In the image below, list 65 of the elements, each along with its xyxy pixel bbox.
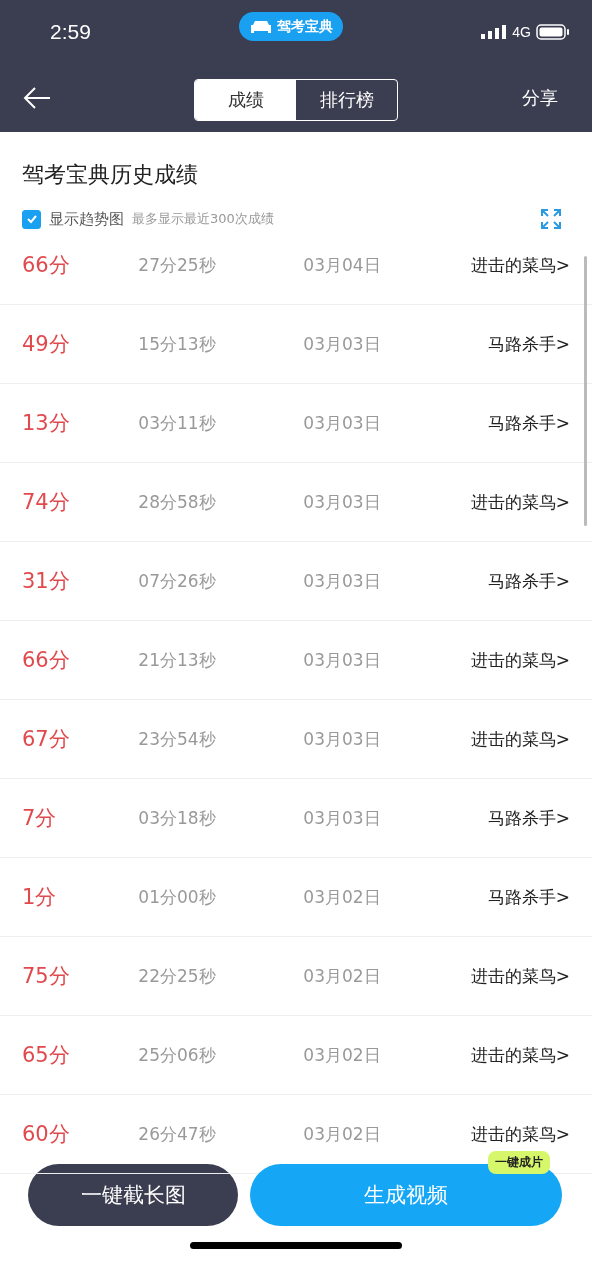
rank-link[interactable]: 进击的菜鸟> bbox=[470, 727, 570, 751]
back-arrow-icon[interactable] bbox=[22, 86, 52, 110]
duration-text: 03分11秒 bbox=[137, 411, 217, 435]
duration-text: 25分06秒 bbox=[137, 1043, 217, 1067]
rank-link[interactable]: 马路杀手> bbox=[487, 332, 570, 356]
score-text: 75分 bbox=[22, 963, 71, 990]
score-text: 65分 bbox=[22, 1042, 71, 1069]
duration-text: 27分25秒 bbox=[137, 253, 217, 277]
trend-checkbox[interactable] bbox=[22, 209, 41, 229]
score-text: 66分 bbox=[22, 647, 71, 674]
rank-link[interactable]: 进击的菜鸟> bbox=[470, 1043, 570, 1067]
date-text: 03月03日 bbox=[302, 569, 382, 593]
date-text: 03月03日 bbox=[302, 490, 382, 514]
score-text: 31分 bbox=[22, 568, 71, 595]
score-text: 66分 bbox=[22, 252, 71, 279]
date-text: 03月03日 bbox=[302, 806, 382, 830]
score-text: 74分 bbox=[22, 489, 71, 516]
fullscreen-icon[interactable] bbox=[540, 208, 562, 230]
trend-note: 最多显示最近300次成绩 bbox=[132, 210, 274, 228]
rank-link[interactable]: 进击的菜鸟> bbox=[470, 648, 570, 672]
date-text: 03月03日 bbox=[302, 411, 382, 435]
score-text: 67分 bbox=[22, 726, 71, 753]
long-screenshot-button[interactable]: 一键截长图 bbox=[28, 1164, 238, 1226]
rank-link[interactable]: 马路杀手> bbox=[487, 806, 570, 830]
status-time: 2:59 bbox=[50, 20, 91, 44]
signal-icon bbox=[481, 25, 508, 39]
date-text: 03月03日 bbox=[302, 648, 382, 672]
page-title: 驾考宝典历史成绩 bbox=[22, 161, 199, 189]
date-text: 03月02日 bbox=[302, 1043, 382, 1067]
nav-tab[interactable]: 成绩 bbox=[195, 80, 296, 120]
network-label: 4G bbox=[512, 24, 531, 40]
video-badge: 一键成片 bbox=[488, 1151, 550, 1174]
share-button[interactable]: 分享 bbox=[522, 86, 558, 110]
date-text: 03月02日 bbox=[302, 885, 382, 909]
date-text: 03月03日 bbox=[302, 727, 382, 751]
score-text: 49分 bbox=[22, 331, 71, 358]
date-text: 03月03日 bbox=[302, 332, 382, 356]
duration-text: 28分58秒 bbox=[137, 490, 217, 514]
rank-link[interactable]: 进击的菜鸟> bbox=[470, 490, 570, 514]
battery-icon bbox=[536, 24, 570, 40]
duration-text: 01分00秒 bbox=[137, 885, 217, 909]
score-text: 13分 bbox=[22, 410, 71, 437]
rank-link[interactable]: 进击的菜鸟> bbox=[470, 253, 570, 277]
date-text: 03月02日 bbox=[302, 1122, 382, 1146]
duration-text: 03分18秒 bbox=[137, 806, 217, 830]
trend-label: 显示趋势图 bbox=[49, 209, 124, 229]
score-text: 60分 bbox=[22, 1121, 71, 1148]
rank-link[interactable]: 马路杀手> bbox=[487, 885, 570, 909]
duration-text: 07分26秒 bbox=[137, 569, 217, 593]
app-badge: 驾考宝典 bbox=[239, 12, 343, 41]
rank-link[interactable]: 进击的菜鸟> bbox=[470, 1122, 570, 1146]
date-text: 03月04日 bbox=[302, 253, 382, 277]
rank-link[interactable]: 进击的菜鸟> bbox=[470, 964, 570, 988]
date-text: 03月02日 bbox=[302, 964, 382, 988]
duration-text: 15分13秒 bbox=[137, 332, 217, 356]
duration-text: 21分13秒 bbox=[137, 648, 217, 672]
car-icon bbox=[249, 18, 273, 35]
duration-text: 23分54秒 bbox=[137, 727, 217, 751]
score-text: 7分 bbox=[22, 805, 58, 832]
duration-text: 22分25秒 bbox=[137, 964, 217, 988]
rank-link[interactable]: 马路杀手> bbox=[487, 411, 570, 435]
rank-link[interactable]: 马路杀手> bbox=[487, 569, 570, 593]
duration-text: 26分47秒 bbox=[137, 1122, 217, 1146]
score-text: 1分 bbox=[22, 884, 58, 911]
nav-tab[interactable]: 排行榜 bbox=[296, 80, 397, 120]
